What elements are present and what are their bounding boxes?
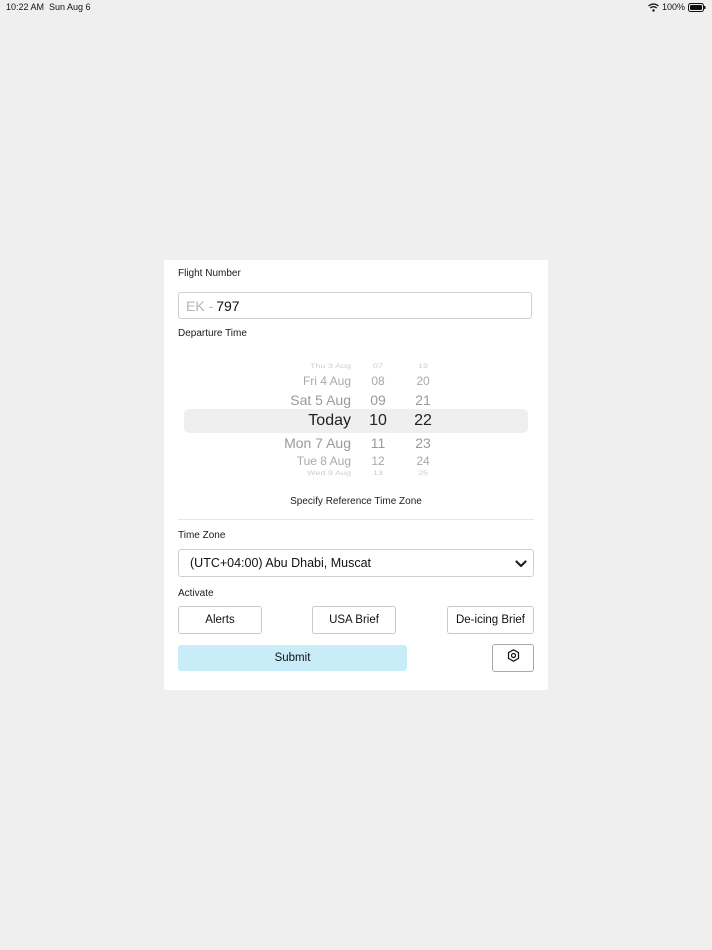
picker-date-item[interactable]: Fri 4 Aug xyxy=(303,374,351,388)
picker-hour-item[interactable]: 12 xyxy=(371,454,384,468)
time-zone-value: (UTC+04:00) Abu Dhabi, Muscat xyxy=(190,556,371,570)
time-zone-label: Time Zone xyxy=(178,530,226,541)
picker-hour-item[interactable]: 13 xyxy=(373,470,383,477)
flight-number-label: Flight Number xyxy=(178,268,241,279)
picker-hour-item[interactable]: 07 xyxy=(373,363,383,370)
picker-minute-item[interactable]: 19 xyxy=(418,363,428,370)
picker-minute-item[interactable]: 25 xyxy=(418,470,428,477)
status-bar: 10:22 AM Sun Aug 6 100% xyxy=(0,0,712,16)
battery-icon xyxy=(688,2,706,12)
settings-button[interactable] xyxy=(492,644,534,672)
deicing-brief-button[interactable]: De-icing Brief xyxy=(447,606,534,634)
picker-minute-item[interactable]: 23 xyxy=(415,435,431,451)
picker-minute-item[interactable]: 20 xyxy=(416,374,429,388)
picker-minute-item[interactable]: 22 xyxy=(414,412,432,430)
status-date: Sun Aug 6 xyxy=(49,2,91,12)
flight-number-value: 797 xyxy=(216,297,240,314)
departure-time-picker[interactable]: Thu 3 Aug Fri 4 Aug Sat 5 Aug Today Mon 7 Au… xyxy=(184,358,528,482)
flight-number-input[interactable]: EK - 797 xyxy=(178,292,532,319)
divider xyxy=(178,519,534,520)
submit-button[interactable]: Submit xyxy=(178,645,407,671)
chevron-down-icon xyxy=(515,558,527,572)
reference-time-zone-link[interactable]: Specify Reference Time Zone xyxy=(164,496,548,507)
picker-minute-item[interactable]: 21 xyxy=(415,392,431,408)
picker-hour-item[interactable]: 10 xyxy=(369,412,387,430)
picker-date-item[interactable]: Wed 9 Aug xyxy=(307,470,351,477)
picker-date-item[interactable]: Thu 3 Aug xyxy=(310,363,351,370)
picker-hour-item[interactable]: 09 xyxy=(370,392,386,408)
gear-icon xyxy=(507,649,520,667)
wifi-icon xyxy=(648,2,659,12)
status-indicators: 100% xyxy=(648,2,706,12)
flight-form-card: Flight Number EK - 797 Departure Time Th… xyxy=(164,260,548,690)
flight-prefix: EK - xyxy=(186,297,214,314)
picker-hour-item[interactable]: 08 xyxy=(371,374,384,388)
picker-minute-column[interactable]: 19 20 21 22 23 24 25 xyxy=(401,358,445,482)
picker-date-item[interactable]: Today xyxy=(308,412,351,430)
usa-brief-button[interactable]: USA Brief xyxy=(312,606,396,634)
picker-hour-item[interactable]: 11 xyxy=(371,435,386,451)
departure-time-label: Departure Time xyxy=(178,328,247,339)
status-time: 10:22 AM xyxy=(6,2,45,12)
picker-minute-item[interactable]: 24 xyxy=(416,454,429,468)
activate-label: Activate xyxy=(178,588,214,599)
picker-date-item[interactable]: Tue 8 Aug xyxy=(297,454,351,468)
picker-date-column[interactable]: Thu 3 Aug Fri 4 Aug Sat 5 Aug Today Mon 7 Au… xyxy=(184,358,351,482)
time-zone-select[interactable]: (UTC+04:00) Abu Dhabi, Muscat xyxy=(178,549,534,577)
picker-date-item[interactable]: Sat 5 Aug xyxy=(290,392,351,408)
picker-date-item[interactable]: Mon 7 Aug xyxy=(284,435,351,451)
picker-hour-column[interactable]: 07 08 09 10 11 12 13 xyxy=(356,358,400,482)
alerts-button[interactable]: Alerts xyxy=(178,606,262,634)
battery-percent: 100% xyxy=(661,2,685,12)
